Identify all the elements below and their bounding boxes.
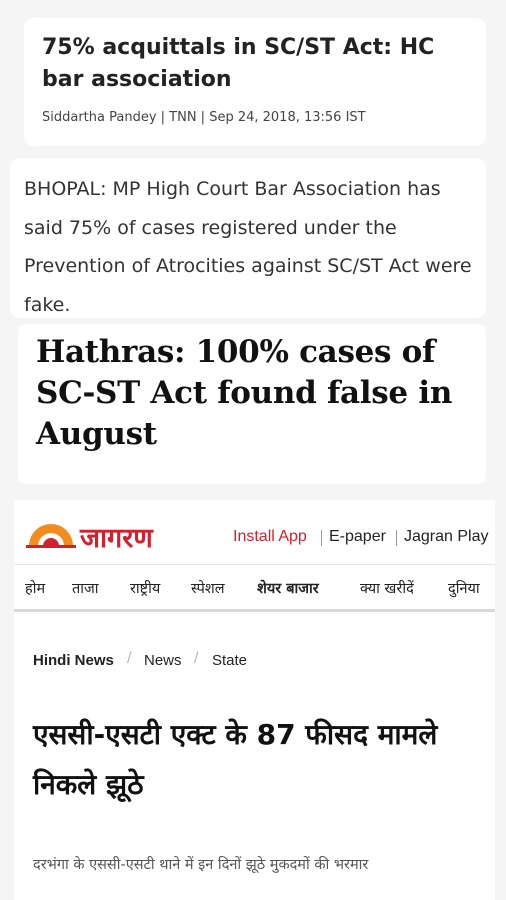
- divider: [396, 530, 397, 546]
- article-byline: Siddartha Pandey | TNN | Sep 24, 2018, 1…: [42, 110, 366, 125]
- epaper-link[interactable]: E-paper: [329, 528, 386, 546]
- main-nav: होम ताजा राष्ट्रीय स्पेशल शेयर बाजार क्य…: [14, 564, 495, 612]
- logo-wordmark: जागरण: [80, 523, 153, 554]
- nav-item-home[interactable]: होम: [25, 578, 45, 598]
- rising-sun-icon: [26, 524, 76, 548]
- nav-item-world[interactable]: दुनिया: [448, 578, 480, 598]
- divider: [321, 530, 322, 546]
- breadcrumb-state[interactable]: State: [212, 652, 247, 669]
- install-app-link[interactable]: Install App: [233, 528, 307, 546]
- article-excerpt-card: BHOPAL: MP High Court Bar Association ha…: [10, 158, 486, 318]
- jagran-page: जागरण Install App E-paper Jagran Play हो…: [14, 500, 495, 900]
- jagran-play-link[interactable]: Jagran Play: [404, 528, 489, 546]
- breadcrumb-hindi-news[interactable]: Hindi News: [33, 652, 114, 669]
- nav-item-what-to-buy[interactable]: क्या खरीदें: [360, 578, 414, 598]
- nav-item-share-market[interactable]: शेयर बाजार: [257, 578, 319, 598]
- site-header: जागरण Install App E-paper Jagran Play: [14, 500, 495, 564]
- toi-headline-card: 75% acquittals in SC/ST Act: HC bar asso…: [24, 18, 486, 146]
- article-title[interactable]: 75% acquittals in SC/ST Act: HC bar asso…: [42, 32, 468, 96]
- article-excerpt: BHOPAL: MP High Court Bar Association ha…: [24, 178, 472, 316]
- breadcrumb-separator: /: [194, 650, 199, 667]
- article-headline: एससी-एसटी एक्ट के 87 फीसद मामले निकले झू…: [33, 718, 438, 801]
- nav-item-national[interactable]: राष्ट्रीय: [130, 578, 160, 598]
- article-title[interactable]: Hathras: 100% cases of SC-ST Act found f…: [36, 332, 476, 455]
- breadcrumb-separator: /: [127, 650, 132, 667]
- nav-item-latest[interactable]: ताजा: [72, 578, 99, 598]
- jagran-logo[interactable]: जागरण: [26, 518, 196, 554]
- hathras-headline-card: Hathras: 100% cases of SC-ST Act found f…: [18, 324, 486, 484]
- article-subheadline: दरभंगा के एससी-एसटी थाने में इन दिनों झू…: [33, 857, 369, 873]
- breadcrumb-news[interactable]: News: [144, 652, 182, 669]
- nav-item-special[interactable]: स्पेशल: [191, 578, 225, 598]
